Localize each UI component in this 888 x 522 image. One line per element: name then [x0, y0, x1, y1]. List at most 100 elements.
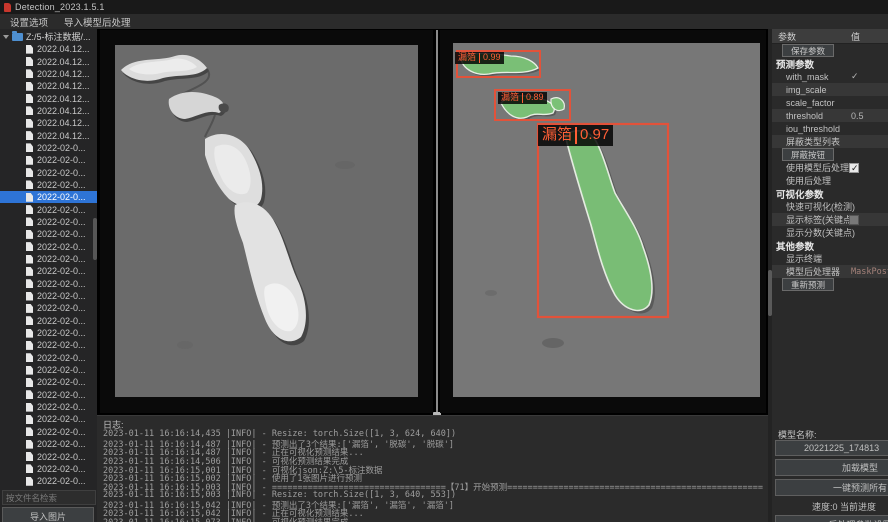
- tree-item-file[interactable]: 2022-02-0...: [0, 253, 97, 265]
- tree-item-file[interactable]: 2022-02-0...: [0, 339, 97, 351]
- tree-item-file[interactable]: 2022.04.12...: [0, 43, 97, 55]
- image-viewer-original[interactable]: [100, 30, 433, 413]
- param-row[interactable]: scale_factor: [772, 96, 888, 109]
- tree-item-label: 2022-02-0...: [37, 328, 86, 338]
- tree-item-label: 2022-02-0...: [37, 266, 86, 276]
- param-row[interactable]: iou_threshold: [772, 122, 888, 135]
- tree-item-label: 2022-02-0...: [37, 365, 86, 375]
- tree-item-file[interactable]: 2022-02-0...: [0, 487, 97, 488]
- tree-item-file[interactable]: 2022-02-0...: [0, 352, 97, 364]
- tree-root-folder[interactable]: Z:/5-标注数据/...: [0, 30, 97, 43]
- tree-item-file[interactable]: 2022-02-0...: [0, 327, 97, 339]
- tree-item-file[interactable]: 2022-02-0...: [0, 179, 97, 191]
- log-panel[interactable]: 日志: 2023-01-11 16:16:14,435 |INFO| - Res…: [97, 415, 772, 522]
- detection-score: 0.97: [580, 127, 609, 144]
- import-image-button[interactable]: 导入图片: [2, 507, 94, 522]
- tree-item-file[interactable]: 2022-02-0...: [0, 463, 97, 475]
- image-viewer-prediction[interactable]: 漏箔0.99 漏箔0.89 漏箔0.97: [440, 30, 766, 413]
- tree-item-label: 2022-02-0...: [37, 155, 86, 165]
- tree-item-file[interactable]: 2022-02-0...: [0, 228, 97, 240]
- log-line: 2023-01-11 16:16:15,042 |INFO| - 预测出了3个结…: [103, 499, 772, 508]
- param-row[interactable]: img_scale: [772, 83, 888, 96]
- tree-item-file[interactable]: 2022-02-0...: [0, 154, 97, 166]
- tree-item-file[interactable]: 2022-02-0...: [0, 401, 97, 413]
- file-icon: [26, 230, 33, 239]
- param-row[interactable]: 保存参数: [772, 44, 888, 57]
- param-row[interactable]: 显示分数(关键点): [772, 226, 888, 239]
- tree-item-file[interactable]: 2022.04.12...: [0, 129, 97, 141]
- log-line: 2023-01-11 16:16:14,435 |INFO| - Resize:…: [103, 429, 772, 438]
- app-logo-icon: [4, 3, 11, 12]
- checkbox-icon[interactable]: [849, 163, 859, 173]
- tree-item-file[interactable]: 2022.04.12...: [0, 55, 97, 67]
- tree-item-file[interactable]: 2022.04.12...: [0, 68, 97, 80]
- tree-item-file[interactable]: 2022-02-0...: [0, 278, 97, 290]
- tree-item-file[interactable]: 2022-02-0...: [0, 376, 97, 388]
- param-row[interactable]: 快速可视化(检测): [772, 200, 888, 213]
- file-icon: [26, 94, 33, 103]
- param-label: 显示标签(关键点): [786, 213, 855, 226]
- tree-item-file[interactable]: 2022-02-0...: [0, 302, 97, 314]
- param-row[interactable]: 重新预测: [772, 278, 888, 291]
- checkbox-icon[interactable]: [849, 215, 859, 225]
- tree-item-file[interactable]: 2022-02-0...: [0, 315, 97, 327]
- tree-item-file[interactable]: 2022-02-0...: [0, 475, 97, 487]
- tree-item-file[interactable]: 2022-02-0...: [0, 426, 97, 438]
- tree-item-label: 2022-02-0...: [37, 452, 86, 462]
- postprocess-settings-button[interactable]: 后处理参数设置: [775, 515, 888, 522]
- param-row[interactable]: 显示终端: [772, 252, 888, 265]
- tree-item-file[interactable]: 2022-02-0...: [0, 216, 97, 228]
- file-tree-panel: Z:/5-标注数据/... 2022.04.12... 2022.04.12..…: [0, 29, 98, 522]
- param-row[interactable]: 显示标签(关键点): [772, 213, 888, 226]
- param-table-header: 参数 值: [772, 29, 888, 44]
- tree-item-file[interactable]: 2022-02-0...: [0, 290, 97, 302]
- param-label: threshold: [786, 111, 823, 121]
- param-label: img_scale: [786, 85, 827, 95]
- load-model-button[interactable]: 加载模型: [775, 459, 888, 476]
- tree-item-file[interactable]: 2022-02-0...: [0, 166, 97, 178]
- param-row[interactable]: 屏蔽按钮: [772, 148, 888, 161]
- tree-item-file[interactable]: 2022.04.12...: [0, 80, 97, 92]
- tree-item-file[interactable]: 2022-02-0...: [0, 265, 97, 277]
- tree-item-file[interactable]: 2022-02-0...: [0, 450, 97, 462]
- model-name-field[interactable]: 20221225_174813: [775, 440, 888, 456]
- param-row[interactable]: 使用模型后处理: [772, 161, 888, 174]
- param-label: 屏蔽按钮: [782, 148, 834, 161]
- tree-item-file[interactable]: 2022.04.12...: [0, 105, 97, 117]
- tree-item-file[interactable]: 2022-02-0...: [0, 203, 97, 215]
- param-row[interactable]: 可视化参数: [772, 187, 888, 200]
- viewer-splitter[interactable]: [436, 30, 438, 413]
- predict-all-button[interactable]: 一键预测所有: [775, 479, 888, 496]
- param-value: MaskPostPro: [851, 267, 888, 277]
- param-row[interactable]: 预测参数: [772, 57, 888, 70]
- tree-item-file[interactable]: 2022-02-0...: [0, 241, 97, 253]
- original-image: [115, 45, 418, 397]
- tree-item-file[interactable]: 2022-02-0...: [0, 389, 97, 401]
- chevron-down-icon[interactable]: [3, 35, 9, 39]
- file-icon: [26, 217, 33, 226]
- tree-item-file[interactable]: 2022-02-0...: [0, 364, 97, 376]
- tree-item-file[interactable]: 2022-02-0...: [0, 191, 97, 203]
- param-label: 重新预测: [782, 278, 834, 291]
- window-title: Detection_2023.1.5.1: [15, 2, 105, 12]
- param-row[interactable]: 使用后处理: [772, 174, 888, 187]
- tree-item-file[interactable]: 2022.04.12...: [0, 117, 97, 129]
- param-row[interactable]: threshold 0.5: [772, 109, 888, 122]
- menu-item[interactable]: 导入模型后处理: [64, 15, 131, 29]
- menu-item[interactable]: 设置选项: [10, 15, 48, 29]
- file-tree[interactable]: Z:/5-标注数据/... 2022.04.12... 2022.04.12..…: [0, 29, 97, 488]
- tree-item-file[interactable]: 2022-02-0...: [0, 413, 97, 425]
- file-icon: [26, 119, 33, 128]
- param-label: scale_factor: [786, 98, 835, 108]
- param-row[interactable]: 模型后处理器 MaskPostPro: [772, 265, 888, 278]
- file-icon: [26, 316, 33, 325]
- tree-item-label: 2022.04.12...: [37, 131, 90, 141]
- tree-item-file[interactable]: 2022-02-0...: [0, 438, 97, 450]
- param-row[interactable]: with_mask ✓: [772, 70, 888, 83]
- param-row[interactable]: 其他参数: [772, 239, 888, 252]
- param-row[interactable]: 屏蔽类型列表: [772, 135, 888, 148]
- tree-item-file[interactable]: 2022.04.12...: [0, 92, 97, 104]
- search-input[interactable]: [2, 490, 96, 505]
- tree-item-file[interactable]: 2022-02-0...: [0, 142, 97, 154]
- tree-item-label: 2022-02-0...: [37, 476, 86, 486]
